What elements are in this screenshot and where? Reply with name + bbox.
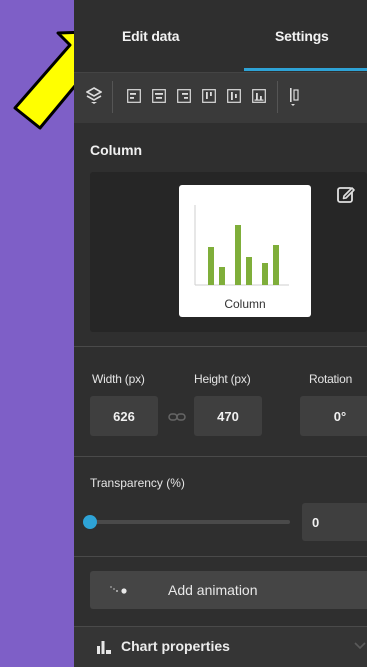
toolbar-divider [112,81,113,113]
toolbar-divider [277,81,278,113]
align-middle-icon[interactable] [226,88,242,104]
animation-icon [110,586,127,594]
height-label: Height (px) [194,372,251,386]
transparency-input[interactable]: 0 [302,503,367,541]
chart-preview-area: Column [90,172,367,332]
transparency-slider-track[interactable] [90,520,290,524]
section-divider [74,456,367,457]
tab-settings[interactable]: Settings [275,28,329,44]
rotation-label: Rotation [309,372,353,386]
align-bottom-icon[interactable] [251,88,267,104]
section-divider [74,346,367,347]
height-input[interactable]: 470 [194,396,262,436]
alignment-toolbar [74,72,367,123]
bar-chart-icon [97,641,111,654]
thumbnail-label: Column [224,297,266,311]
link-aspect-ratio-icon[interactable] [168,411,186,423]
settings-panel: Edit data Settings Column Column Width (… [74,0,367,667]
chart-properties-label: Chart properties [121,638,230,654]
align-center-icon[interactable] [151,88,167,104]
chart-type-label: Column [90,142,143,158]
distribute-icon[interactable] [286,88,302,106]
column-chart-thumbnail-icon [194,205,289,286]
transparency-label: Transparency (%) [90,476,185,490]
chevron-down-icon[interactable] [354,641,366,651]
chart-properties-header[interactable]: Chart properties [74,627,367,667]
transparency-slider-handle[interactable] [83,515,97,529]
add-animation-label: Add animation [168,582,258,598]
edit-chart-icon[interactable] [336,184,356,204]
align-top-icon[interactable] [201,88,217,104]
section-divider [74,556,367,557]
chart-type-thumbnail[interactable]: Column [179,185,311,317]
tab-bar: Edit data Settings [74,0,367,72]
layers-icon[interactable] [86,87,102,104]
rotation-input[interactable]: 0° [300,396,367,436]
width-input[interactable]: 626 [90,396,158,436]
align-right-icon[interactable] [176,88,192,104]
align-left-icon[interactable] [126,88,142,104]
tab-edit-data[interactable]: Edit data [122,28,180,44]
width-label: Width (px) [92,372,145,386]
add-animation-button[interactable]: Add animation [90,571,367,609]
active-tab-indicator [244,68,367,71]
